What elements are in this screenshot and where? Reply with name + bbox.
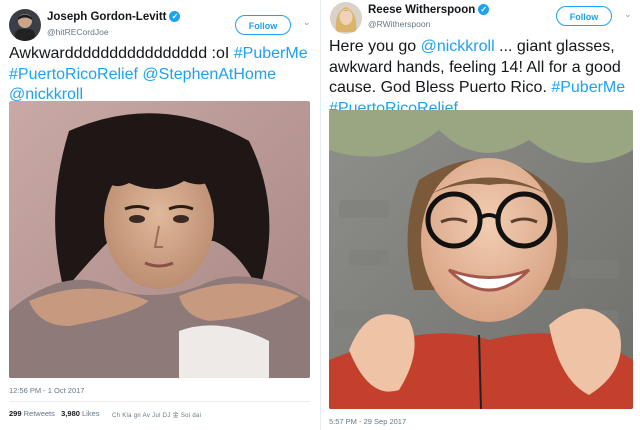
hashtag-link[interactable]: #PuberMe <box>551 79 625 96</box>
verified-badge-icon: ✓ <box>169 11 181 23</box>
hashtag-link[interactable]: #PuertoRicoRelief <box>9 66 138 83</box>
tweet-text: Awkwardddddddddddddddd :oI #PuberMe #Pue… <box>9 44 314 106</box>
retweets-label[interactable]: Retweets <box>24 409 55 418</box>
follow-button[interactable]: Follow <box>556 6 612 26</box>
tweet-card-witherspoon: Reese Witherspoon ✓ @RWitherspoon Follow … <box>320 0 640 430</box>
likes-label[interactable]: Likes <box>82 409 100 418</box>
likes-count[interactable]: 3,980 <box>61 409 80 418</box>
tweet-card-gordon-levitt: Joseph Gordon-Levitt ✓ @hitRECordJoe Foll… <box>0 0 320 430</box>
follow-button[interactable]: Follow <box>235 15 291 35</box>
tweet-timestamp[interactable]: 5:57 PM - 29 Sep 2017 <box>329 417 406 426</box>
tweet-photo[interactable] <box>9 101 310 378</box>
author-handle[interactable]: @hitRECordJoe <box>47 27 109 37</box>
tweet-photo[interactable] <box>329 110 633 409</box>
liker-avatars[interactable]: Ch Kla gn Av Jul DJ 金 Soi dai <box>112 410 201 419</box>
chevron-down-icon[interactable]: ⌄ <box>303 17 311 28</box>
author-name[interactable]: Reese Witherspoon ✓ <box>368 4 490 16</box>
tweet-text-body: Awkwardddddddddddddddd :oI <box>9 45 234 62</box>
author-name-text: Joseph Gordon-Levitt <box>47 11 167 23</box>
hashtag-link[interactable]: #PuberMe <box>234 45 308 62</box>
author-handle[interactable]: @RWitherspoon <box>368 19 430 29</box>
divider <box>9 401 310 402</box>
chevron-down-icon[interactable]: ⌄ <box>624 9 632 20</box>
avatar[interactable] <box>330 2 362 34</box>
avatar[interactable] <box>9 9 41 41</box>
tweet-text-prefix: Here you go <box>329 38 421 55</box>
author-name-text: Reese Witherspoon <box>368 4 476 16</box>
mention-link[interactable]: @nickkroll <box>421 38 495 55</box>
tweet-text: Here you go @nickkroll ... giant glasses… <box>329 37 637 119</box>
author-name[interactable]: Joseph Gordon-Levitt ✓ <box>47 11 181 23</box>
retweets-count[interactable]: 299 <box>9 409 22 418</box>
tweet-stats: 299 Retweets 3,980 Likes <box>9 409 100 418</box>
verified-badge-icon: ✓ <box>478 4 490 16</box>
tweet-timestamp[interactable]: 12:56 PM - 1 Oct 2017 <box>9 386 84 395</box>
mention-link[interactable]: @StephenAtHome <box>142 66 276 83</box>
